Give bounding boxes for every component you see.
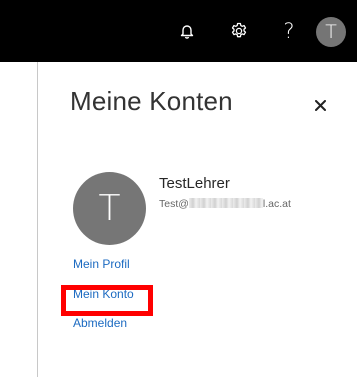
account-avatar-button[interactable]: T <box>316 17 346 47</box>
notifications-button[interactable] <box>172 16 202 46</box>
close-icon <box>314 98 326 116</box>
email-redaction <box>188 198 263 208</box>
user-email: Test@ l.ac.at <box>159 198 291 210</box>
panel-title: Meine Konten <box>70 86 233 116</box>
help-icon: ? <box>283 18 295 43</box>
help-button[interactable]: ? <box>274 16 304 46</box>
gear-icon <box>230 22 248 40</box>
user-avatar: T <box>73 172 146 245</box>
mein-profil-link[interactable]: Mein Profil <box>73 257 130 271</box>
bell-icon <box>180 23 194 39</box>
panel-divider <box>37 62 38 377</box>
top-bar: ? T <box>0 0 357 62</box>
mein-konto-link[interactable]: Mein Konto <box>73 287 134 301</box>
user-email-end: l.ac.at <box>262 198 291 210</box>
abmelden-link[interactable]: Abmelden <box>73 316 127 330</box>
settings-button[interactable] <box>224 16 254 46</box>
user-name: TestLehrer <box>159 175 230 192</box>
close-button[interactable] <box>311 98 329 116</box>
user-email-start: Test@ <box>159 198 189 210</box>
